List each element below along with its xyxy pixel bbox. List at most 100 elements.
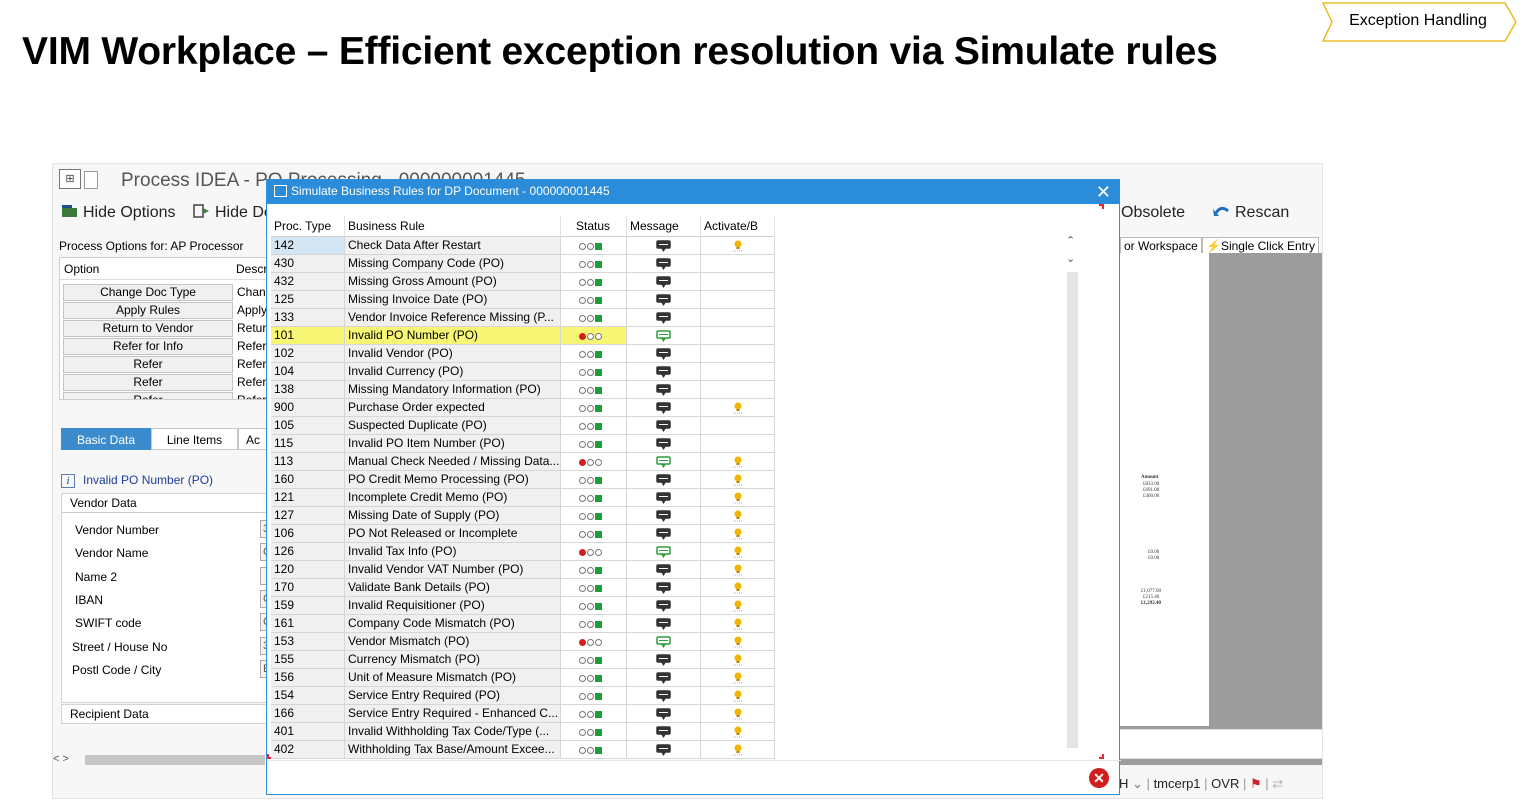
- message-icon[interactable]: [656, 240, 671, 253]
- lightbulb-icon[interactable]: [732, 401, 744, 415]
- message-icon[interactable]: [656, 402, 671, 415]
- lightbulb-icon[interactable]: [732, 527, 744, 541]
- rescan-button[interactable]: Rescan: [1213, 204, 1289, 222]
- message-icon[interactable]: [656, 420, 671, 433]
- activate-cell[interactable]: [701, 273, 775, 291]
- activate-cell[interactable]: [701, 669, 775, 687]
- activate-cell[interactable]: [701, 381, 775, 399]
- table-row[interactable]: 430 Missing Company Code (PO): [271, 255, 775, 273]
- lightbulb-icon[interactable]: [732, 509, 744, 523]
- message-icon[interactable]: [656, 636, 671, 649]
- scroll-down-icon[interactable]: ⌄: [1066, 252, 1075, 265]
- activate-cell[interactable]: [701, 741, 775, 759]
- activate-cell[interactable]: [701, 525, 775, 543]
- chevron-down-icon[interactable]: ⌄: [1132, 776, 1143, 791]
- tab-accounting[interactable]: Ac: [238, 428, 268, 450]
- flag-icon[interactable]: ⚑: [1250, 776, 1262, 791]
- table-row[interactable]: 432 Missing Gross Amount (PO): [271, 273, 775, 291]
- table-row[interactable]: 113 Manual Check Needed / Missing Data...: [271, 453, 775, 471]
- system-menu-icon[interactable]: ⊞: [59, 169, 81, 189]
- scroll-right-icon[interactable]: >: [63, 753, 69, 765]
- message-icon[interactable]: [656, 384, 671, 397]
- message-icon[interactable]: [656, 456, 671, 469]
- activate-cell[interactable]: [701, 507, 775, 525]
- message-icon[interactable]: [656, 258, 671, 271]
- message-icon[interactable]: [656, 492, 671, 505]
- activate-cell[interactable]: [701, 543, 775, 561]
- table-row[interactable]: 125 Missing Invoice Date (PO): [271, 291, 775, 309]
- lightbulb-icon[interactable]: [732, 545, 744, 559]
- lightbulb-icon[interactable]: [732, 455, 744, 469]
- lightbulb-icon[interactable]: [732, 743, 744, 757]
- activate-cell[interactable]: [701, 561, 775, 579]
- option-button-refer[interactable]: Refer: [63, 374, 233, 391]
- close-icon[interactable]: ✕: [1096, 181, 1111, 203]
- message-icon[interactable]: [656, 348, 671, 361]
- hide-details-button[interactable]: Hide De: [193, 204, 273, 222]
- lightbulb-icon[interactable]: [732, 239, 744, 253]
- table-row[interactable]: 101 Invalid PO Number (PO): [271, 327, 775, 345]
- table-vertical-scrollbar[interactable]: ⌃ ⌄: [1064, 234, 1080, 754]
- activate-cell[interactable]: [701, 471, 775, 489]
- activate-cell[interactable]: [701, 237, 775, 255]
- activate-cell[interactable]: [701, 327, 775, 345]
- lightbulb-icon[interactable]: [732, 581, 744, 595]
- table-row[interactable]: 138 Missing Mandatory Information (PO): [271, 381, 775, 399]
- lightbulb-icon[interactable]: [732, 653, 744, 667]
- tab-basic-data[interactable]: Basic Data: [61, 428, 151, 450]
- message-icon[interactable]: [656, 312, 671, 325]
- table-row[interactable]: 159 Invalid Requisitioner (PO): [271, 597, 775, 615]
- message-icon[interactable]: [656, 510, 671, 523]
- lightbulb-icon[interactable]: [732, 689, 744, 703]
- activate-cell[interactable]: [701, 489, 775, 507]
- activate-cell[interactable]: [701, 651, 775, 669]
- tab-line-items[interactable]: Line Items: [151, 428, 238, 450]
- activate-cell[interactable]: [701, 597, 775, 615]
- col-business-rule[interactable]: Business Rule: [345, 216, 561, 237]
- lightbulb-icon[interactable]: [732, 635, 744, 649]
- activate-cell[interactable]: [701, 615, 775, 633]
- option-button-return-to-vendor[interactable]: Return to Vendor: [63, 320, 233, 337]
- table-row[interactable]: 133 Vendor Invoice Reference Missing (P..…: [271, 309, 775, 327]
- col-message[interactable]: Message: [627, 216, 701, 237]
- lightbulb-icon[interactable]: [732, 617, 744, 631]
- message-icon[interactable]: [656, 330, 671, 343]
- message-icon[interactable]: [656, 438, 671, 451]
- lightbulb-icon[interactable]: [732, 599, 744, 613]
- scroll-up-icon[interactable]: ⌃: [1066, 234, 1075, 247]
- message-icon[interactable]: [656, 690, 671, 703]
- activate-cell[interactable]: [701, 723, 775, 741]
- table-row[interactable]: 126 Invalid Tax Info (PO): [271, 543, 775, 561]
- activate-cell[interactable]: [701, 399, 775, 417]
- table-row[interactable]: 115 Invalid PO Item Number (PO): [271, 435, 775, 453]
- table-row[interactable]: 156 Unit of Measure Mismatch (PO): [271, 669, 775, 687]
- activate-cell[interactable]: [701, 687, 775, 705]
- table-row[interactable]: 104 Invalid Currency (PO): [271, 363, 775, 381]
- activate-cell[interactable]: [701, 417, 775, 435]
- activate-cell[interactable]: [701, 633, 775, 651]
- activate-cell[interactable]: [701, 255, 775, 273]
- activate-cell[interactable]: [701, 291, 775, 309]
- scrollbar-thumb[interactable]: [85, 755, 265, 765]
- table-row[interactable]: 154 Service Entry Required (PO): [271, 687, 775, 705]
- table-row[interactable]: 102 Invalid Vendor (PO): [271, 345, 775, 363]
- option-button-apply-rules[interactable]: Apply Rules: [63, 302, 233, 319]
- table-row[interactable]: 121 Incomplete Credit Memo (PO): [271, 489, 775, 507]
- message-icon[interactable]: [656, 276, 671, 289]
- message-icon[interactable]: [656, 618, 671, 631]
- message-icon[interactable]: [656, 726, 671, 739]
- obsolete-button[interactable]: Obsolete: [1121, 204, 1185, 222]
- table-row[interactable]: 161 Company Code Mismatch (PO): [271, 615, 775, 633]
- col-status[interactable]: Status: [561, 216, 627, 237]
- message-icon[interactable]: [656, 744, 671, 757]
- table-row[interactable]: 170 Validate Bank Details (PO): [271, 579, 775, 597]
- table-row[interactable]: 160 PO Credit Memo Processing (PO): [271, 471, 775, 489]
- table-row[interactable]: 105 Suspected Duplicate (PO): [271, 417, 775, 435]
- scroll-left-icon[interactable]: <: [53, 753, 59, 765]
- hide-options-button[interactable]: Hide Options: [61, 204, 176, 222]
- horizontal-scrollbar[interactable]: < >: [53, 753, 268, 767]
- table-row[interactable]: 155 Currency Mismatch (PO): [271, 651, 775, 669]
- table-row[interactable]: 127 Missing Date of Supply (PO): [271, 507, 775, 525]
- option-button-refer[interactable]: Refer: [63, 392, 233, 399]
- activate-cell[interactable]: [701, 579, 775, 597]
